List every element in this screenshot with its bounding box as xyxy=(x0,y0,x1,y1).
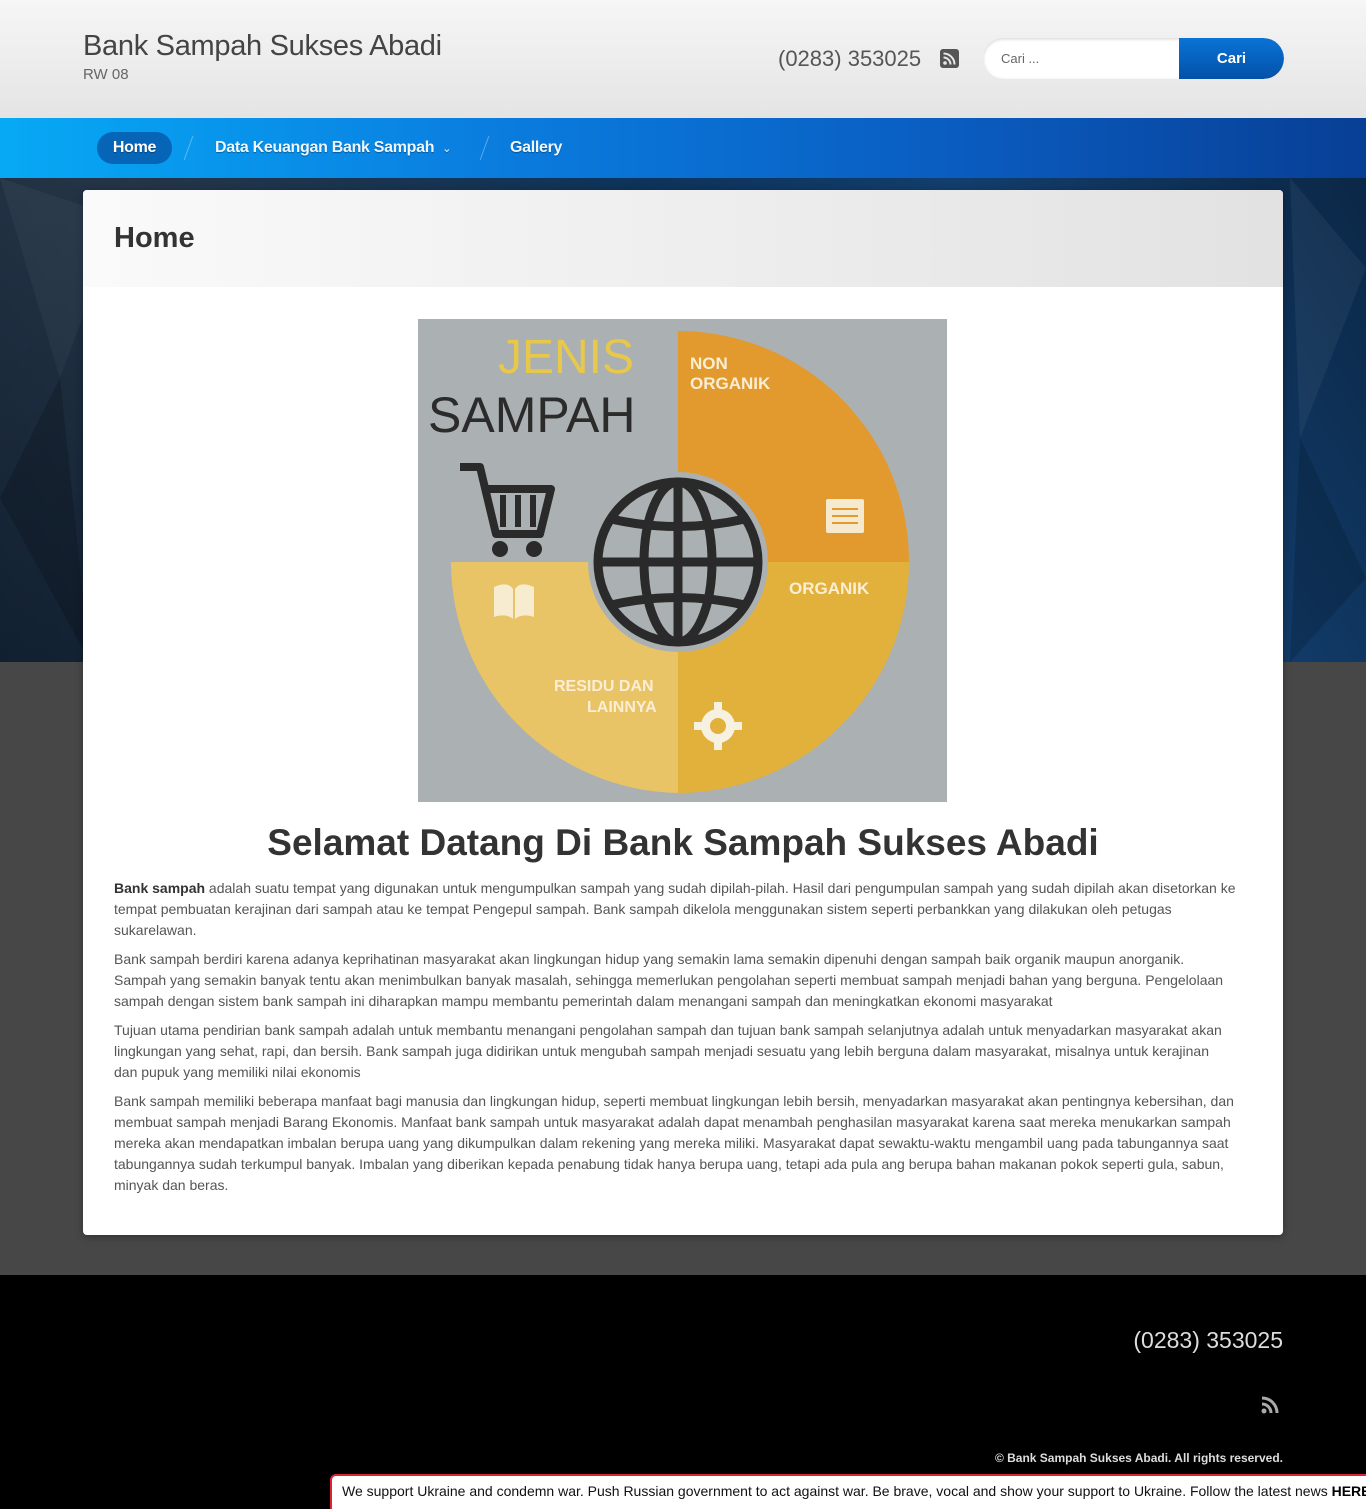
paragraph: Bank sampah adalah suatu tempat yang dig… xyxy=(114,878,1236,941)
rss-icon[interactable] xyxy=(940,49,959,68)
content-card: Home JENIS SAMPAH NON ORGANIK ORGANIK RE… xyxy=(83,190,1283,1235)
site-subtitle: RW 08 xyxy=(83,66,129,83)
page-header: Home xyxy=(83,190,1283,287)
nav-item-data-keuangan[interactable]: Data Keuangan Bank Sampah ⌄ xyxy=(215,132,451,164)
svg-text:ORGANIK: ORGANIK xyxy=(690,374,771,393)
rss-icon[interactable] xyxy=(1260,1395,1280,1415)
svg-text:SAMPAH: SAMPAH xyxy=(428,387,635,443)
jenis-sampah-image: JENIS SAMPAH NON ORGANIK ORGANIK RESIDU … xyxy=(418,319,947,802)
search-form: Cari xyxy=(983,38,1284,79)
nav-item-home[interactable]: Home xyxy=(97,132,172,164)
nav-separator xyxy=(479,136,490,160)
paragraph-text: adalah suatu tempat yang digunakan untuk… xyxy=(114,880,1236,938)
ukraine-notice-bar: We support Ukraine and condemn war. Push… xyxy=(330,1474,1366,1509)
svg-text:RESIDU DAN: RESIDU DAN xyxy=(554,678,654,695)
svg-text:ORGANIK: ORGANIK xyxy=(789,579,870,598)
notice-text: We support Ukraine and condemn war. Push… xyxy=(342,1483,1332,1499)
search-input[interactable] xyxy=(983,38,1179,79)
chevron-down-icon: ⌄ xyxy=(442,143,452,155)
main-nav: Home Data Keuangan Bank Sampah ⌄ Gallery xyxy=(0,118,1366,178)
site-title[interactable]: Bank Sampah Sukses Abadi xyxy=(83,30,442,63)
footer-phone: (0283) 353025 xyxy=(1133,1327,1283,1353)
copyright: © Bank Sampah Sukses Abadi. All rights r… xyxy=(994,1451,1283,1465)
header-phone: (0283) 353025 xyxy=(778,46,922,71)
notice-link[interactable]: HERE xyxy=(1332,1483,1366,1499)
welcome-heading: Selamat Datang Di Bank Sampah Sukses Aba… xyxy=(267,822,1099,863)
svg-text:LAINNYA: LAINNYA xyxy=(587,699,657,716)
article-body: Bank sampah adalah suatu tempat yang dig… xyxy=(114,878,1236,1204)
page-title: Home xyxy=(114,222,195,254)
paragraph: Bank sampah berdiri karena adanya keprih… xyxy=(114,951,1224,1009)
nav-item-label: Data Keuangan Bank Sampah xyxy=(215,139,435,156)
nav-separator xyxy=(183,136,194,160)
search-button[interactable]: Cari xyxy=(1179,38,1284,79)
svg-text:JENIS: JENIS xyxy=(498,331,634,384)
svg-text:NON: NON xyxy=(690,354,728,373)
paragraph: Tujuan utama pendirian bank sampah adala… xyxy=(114,1022,1222,1080)
site-header: Bank Sampah Sukses Abadi RW 08 (0283) 35… xyxy=(0,0,1366,118)
nav-item-gallery[interactable]: Gallery xyxy=(510,132,562,164)
paragraph: Bank sampah memiliki beberapa manfaat ba… xyxy=(114,1093,1234,1193)
bold-term: Bank sampah xyxy=(114,880,206,896)
